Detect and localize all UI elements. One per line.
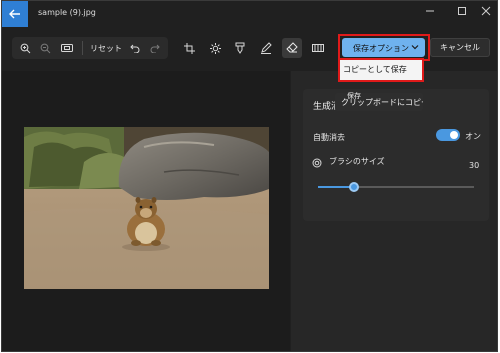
auto-erase-toggle[interactable] [436, 129, 460, 141]
reset-button[interactable]: リセット [90, 43, 122, 54]
minimize-button[interactable] [414, 1, 446, 21]
adjust-tool[interactable] [205, 38, 225, 58]
zoom-out-button[interactable] [36, 37, 54, 59]
menu-item-save[interactable]: 保存 [347, 91, 361, 101]
redo-button[interactable] [146, 37, 164, 59]
fit-to-window-button[interactable] [58, 37, 76, 59]
crop-icon [183, 42, 195, 54]
auto-erase-state: オン [465, 132, 481, 141]
fit-to-window-icon [61, 44, 73, 52]
erase-tool[interactable] [282, 38, 302, 58]
zoom-in-icon [20, 43, 30, 53]
brush-size-icon [312, 158, 322, 168]
undo-icon [130, 44, 140, 53]
title-bar: sample (9).jpg [2, 1, 497, 27]
close-icon [481, 6, 491, 16]
markup-tool[interactable] [256, 38, 276, 58]
auto-erase-label: 自動消去 [313, 133, 345, 142]
brightness-icon [209, 42, 221, 54]
photo-preview[interactable] [24, 127, 269, 289]
photo-editor-window: sample (9).jpg リセット 保存オプション キャンセル 生成消去 自… [1, 0, 498, 352]
image-canvas [2, 71, 290, 351]
redo-icon [150, 44, 160, 53]
erase-settings-panel: 生成消去 自動消去 オン ブラシのサイズ 30 [291, 71, 497, 351]
annotation-highlight-box [338, 58, 424, 82]
brush-size-label: ブラシのサイズ [329, 157, 385, 166]
background-icon [312, 44, 324, 52]
close-window-button[interactable] [470, 1, 497, 21]
erase-icon [286, 42, 298, 53]
zoom-out-icon [40, 43, 50, 53]
brush-size-slider[interactable] [318, 182, 474, 192]
background-tool[interactable] [308, 38, 328, 58]
markup-pen-icon [261, 42, 272, 54]
filter-tool[interactable] [230, 38, 250, 58]
arrow-left-icon [9, 9, 20, 19]
squirrel-photo-image [24, 127, 269, 289]
window-title: sample (9).jpg [38, 8, 96, 17]
slider-thumb[interactable] [349, 182, 359, 192]
back-button[interactable] [2, 1, 28, 27]
zoom-in-button[interactable] [16, 37, 34, 59]
toggle-knob [450, 131, 458, 139]
cancel-button[interactable]: キャンセル [430, 38, 490, 57]
crop-tool[interactable] [179, 38, 199, 58]
toolbar-divider [82, 41, 83, 55]
undo-button[interactable] [126, 37, 144, 59]
maximize-icon [458, 7, 466, 15]
filter-icon [235, 42, 245, 54]
view-toolbar: リセット [12, 37, 168, 59]
brush-size-value: 30 [469, 161, 480, 170]
annotation-highlight-box [338, 34, 430, 61]
minimize-icon [426, 10, 434, 12]
